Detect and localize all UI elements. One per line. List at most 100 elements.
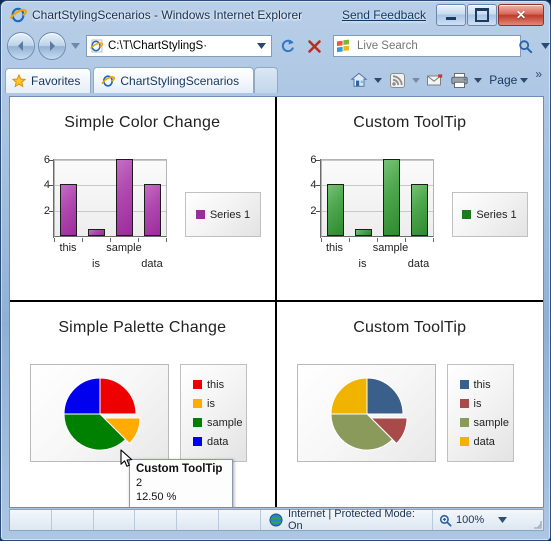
zoom-chevron-down-icon[interactable] [498, 517, 508, 523]
page-menu-button[interactable]: Page [486, 73, 531, 87]
bar-sample[interactable] [382, 159, 400, 236]
chart-cell-simple-color-change: Simple Color Change 6 4 2 this is sample… [10, 97, 277, 302]
recent-pages-chevron-down-icon[interactable] [69, 33, 81, 59]
legend-label: Series 1 [476, 208, 517, 221]
search-chevron-down-icon[interactable] [537, 43, 551, 49]
refresh-button[interactable] [275, 35, 299, 57]
legend-label: this [207, 378, 225, 391]
bar-sample[interactable] [116, 159, 133, 236]
close-button[interactable]: ✕ [498, 4, 544, 26]
x-tick-is: is [358, 258, 367, 270]
tab-chartstylingscenarios[interactable]: ChartStylingScenarios [93, 67, 255, 93]
tooltip-percent: 12.50 % [136, 491, 177, 503]
mail-icon[interactable] [424, 69, 446, 91]
chart-legend: this is sample data [180, 364, 247, 462]
chart-tooltip: Custom ToolTip 2 12.50 % [129, 459, 233, 507]
pie-svg [63, 377, 141, 451]
star-icon [12, 74, 26, 88]
favorites-button[interactable]: Favorites [5, 68, 92, 93]
legend-swatch-icon [462, 210, 472, 219]
window-title: ChartStylingScenarios - Windows Internet… [32, 8, 303, 22]
address-chevron-down-icon[interactable] [253, 43, 269, 49]
chart-legend: Series 1 [451, 192, 528, 237]
x-tick-sample: sample [106, 242, 142, 254]
security-zone-text: Internet | Protected Mode: On [287, 508, 415, 532]
forward-button[interactable] [38, 32, 66, 60]
tooltip-value: 2 [136, 477, 143, 489]
command-bar: Page » [348, 67, 546, 93]
minimize-button[interactable] [436, 4, 466, 26]
legend-item-this[interactable]: this [459, 378, 513, 391]
legend-label: sample [473, 416, 509, 429]
legend-item-this[interactable]: this [193, 379, 246, 391]
bar-this[interactable] [326, 184, 344, 236]
legend-label: sample [207, 416, 243, 429]
plot-area [320, 159, 434, 237]
address-text: C:\T\ChartStylingS· [108, 40, 208, 52]
browser-window: ChartStylingScenarios - Windows Internet… [0, 0, 551, 541]
home-chevron-down-icon[interactable] [372, 69, 384, 91]
status-segment [177, 510, 220, 530]
legend-label: Series 1 [209, 208, 251, 221]
bar-this[interactable] [60, 184, 77, 236]
feeds-icon[interactable] [386, 69, 408, 91]
internet-explorer-icon [9, 6, 27, 24]
print-icon[interactable] [448, 69, 470, 91]
chart-cell-custom-tooltip-pie: Custom ToolTip this is sample data [277, 302, 544, 507]
address-bar[interactable]: C:\T\ChartStylingS· [86, 35, 272, 57]
pie-slice-this [366, 377, 404, 415]
bar-data[interactable] [144, 184, 161, 236]
legend-item-data[interactable]: data [459, 436, 513, 448]
legend-item-is[interactable]: is [459, 398, 513, 410]
home-icon[interactable] [348, 69, 370, 91]
bar-is[interactable] [354, 229, 372, 236]
zoom-control[interactable]: 100% [433, 510, 531, 530]
stop-button[interactable] [302, 35, 326, 57]
print-chevron-down-icon[interactable] [472, 69, 484, 91]
chart-cell-custom-tooltip-bar: Custom ToolTip 6 4 2 this is sample data… [276, 97, 543, 302]
bar-data[interactable] [410, 184, 428, 236]
legend-item-series-1[interactable]: Series 1 [462, 208, 517, 221]
title-bar: ChartStylingScenarios - Windows Internet… [1, 1, 550, 29]
globe-icon [269, 513, 283, 527]
x-tick-data: data [141, 258, 163, 270]
legend-item-sample[interactable]: sample [459, 416, 513, 429]
pie-chart-muted [296, 364, 436, 462]
legend-item-series-1[interactable]: Series 1 [195, 208, 251, 221]
chart-legend: this is sample data [446, 364, 514, 462]
legend-label: this [473, 378, 491, 391]
new-tab-button[interactable] [254, 67, 279, 93]
legend-swatch-icon [195, 210, 205, 219]
tooltip-title: Custom ToolTip [136, 463, 223, 475]
x-tick-sample: sample [372, 242, 409, 254]
status-segment [94, 510, 136, 530]
status-segment [52, 510, 94, 530]
legend-swatch-icon [193, 418, 202, 427]
search-box[interactable] [333, 35, 550, 57]
back-button[interactable] [7, 32, 35, 60]
search-icon[interactable] [517, 39, 533, 54]
navigation-bar: C:\T\ChartStylingS· [1, 29, 550, 63]
legend-item-is[interactable]: is [193, 398, 246, 410]
feeds-chevron-down-icon[interactable] [410, 69, 422, 91]
security-zone-status[interactable]: Internet | Protected Mode: On [261, 508, 433, 532]
legend-swatch-icon [193, 399, 202, 408]
x-tick-is: is [92, 258, 100, 270]
resize-grip[interactable] [531, 510, 543, 530]
chart-legend: Series 1 [185, 192, 261, 237]
pie-slice-data [63, 377, 101, 415]
chart-title: Custom ToolTip [353, 319, 467, 336]
legend-item-data[interactable]: data [193, 436, 246, 448]
x-tick-this: this [59, 242, 77, 254]
mouse-cursor-icon [120, 449, 134, 472]
search-input[interactable] [355, 39, 513, 53]
maximize-button[interactable] [467, 4, 497, 26]
more-commands-button[interactable]: » [533, 67, 544, 81]
status-segment [135, 510, 178, 530]
legend-swatch-icon [459, 418, 469, 427]
chart-grid: Simple Color Change 6 4 2 this is sample… [10, 97, 543, 507]
legend-swatch-icon [193, 380, 202, 389]
send-feedback-link[interactable]: Send Feedback [342, 8, 426, 22]
bar-is[interactable] [88, 229, 105, 236]
legend-item-sample[interactable]: sample [193, 417, 246, 429]
